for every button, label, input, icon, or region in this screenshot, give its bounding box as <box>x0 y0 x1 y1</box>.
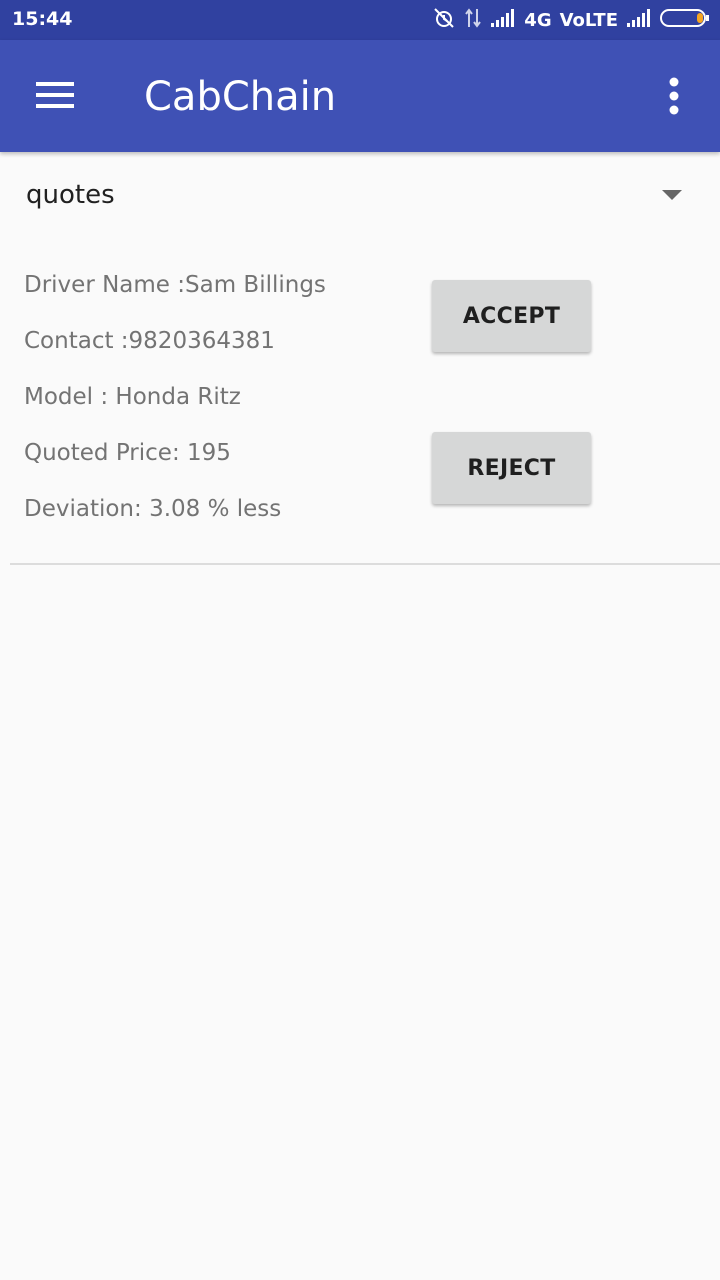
app-bar: CabChain <box>0 40 720 152</box>
driver-contact: Contact :9820364381 <box>24 328 275 354</box>
alarm-off-icon <box>432 7 456 34</box>
divider <box>10 563 720 565</box>
reject-button[interactable]: REJECT <box>432 432 591 504</box>
quotes-spinner[interactable]: quotes <box>0 152 720 242</box>
more-vert-icon <box>656 77 692 122</box>
status-icons: 4G VoLTE <box>432 7 710 34</box>
dropdown-arrow-icon <box>662 190 682 200</box>
overflow-menu-button[interactable] <box>656 74 692 118</box>
signal-icon <box>626 8 652 33</box>
spinner-selected-value: quotes <box>26 180 115 210</box>
driver-name: Driver Name :Sam Billings <box>24 272 326 298</box>
accept-button[interactable]: ACCEPT <box>432 280 591 352</box>
app-title: CabChain <box>144 74 337 120</box>
menu-button[interactable] <box>26 70 86 122</box>
price-deviation: Deviation: 3.08 % less <box>24 496 282 522</box>
car-model: Model : Honda Ritz <box>24 384 241 410</box>
volte-label: VoLTE <box>559 9 618 31</box>
network-type-label: 4G <box>524 9 552 31</box>
battery-icon <box>660 7 710 34</box>
data-transfer-icon <box>464 7 482 34</box>
signal-icon <box>490 8 516 33</box>
status-bar: 15:44 4G VoLTE <box>0 0 720 40</box>
quoted-price: Quoted Price: 195 <box>24 440 231 466</box>
status-time: 15:44 <box>12 8 73 30</box>
